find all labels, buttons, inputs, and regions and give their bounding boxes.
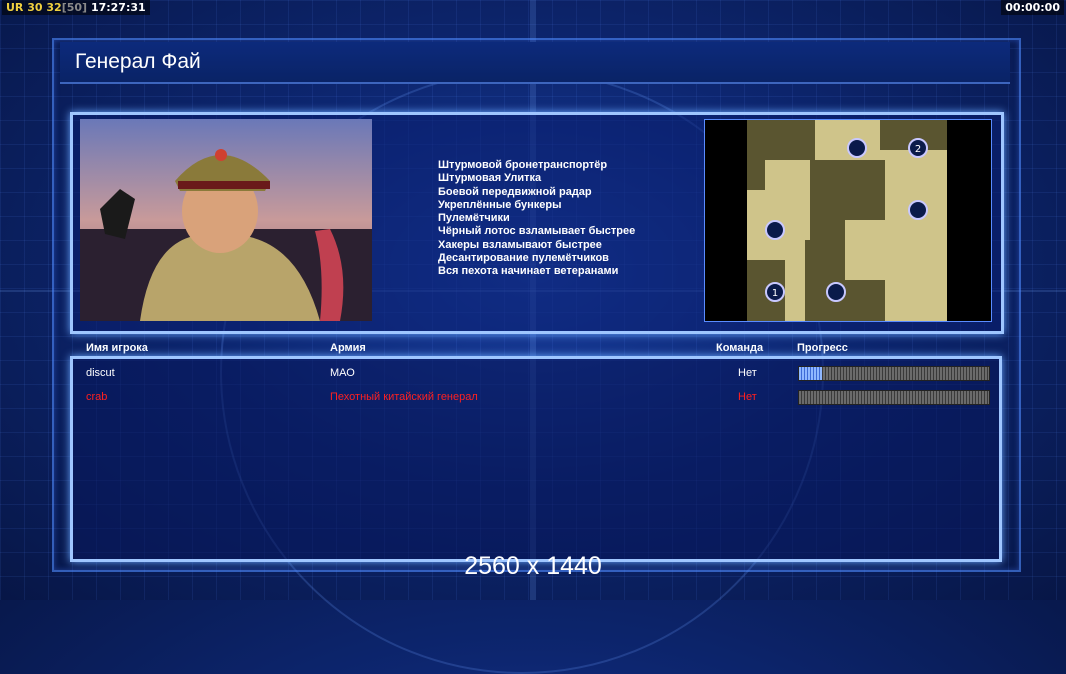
hud-value-b: 32 bbox=[46, 1, 62, 14]
header-army: Армия bbox=[330, 342, 366, 354]
map-preview: 2 1 bbox=[704, 119, 992, 322]
title-bar bbox=[60, 42, 1010, 84]
bonus-item: Укреплённые бункеры bbox=[438, 198, 562, 211]
player-name: crab bbox=[86, 391, 108, 403]
hud-stats: UR 30 32[50] 17:27:31 bbox=[2, 0, 150, 15]
bonus-item: Чёрный лотос взламывает быстрее bbox=[438, 225, 636, 238]
general-bonus-list: Штурмовой бронетранспортёр Штурмовая Ули… bbox=[438, 159, 635, 279]
players-table bbox=[70, 356, 1002, 562]
bonus-item: Штурмовая Улитка bbox=[438, 172, 542, 185]
bonus-item: Штурмовой бронетранспортёр bbox=[438, 159, 608, 171]
progress-bar bbox=[798, 390, 990, 405]
hud-prefix: UR bbox=[6, 1, 24, 14]
hud-value-a: 30 bbox=[27, 1, 43, 14]
player-name: discut bbox=[86, 367, 115, 379]
hud-timer: 00:00:00 bbox=[1001, 0, 1064, 15]
header-progress: Прогресс bbox=[797, 342, 848, 354]
hud-bracket: [50] bbox=[61, 1, 88, 14]
map-start-slot bbox=[765, 220, 785, 240]
progress-bar bbox=[798, 366, 990, 381]
bonus-item: Вся пехота начинает ветеранами bbox=[438, 265, 619, 278]
player-team: Нет bbox=[738, 391, 757, 403]
map-start-slot bbox=[847, 138, 867, 158]
map-start-slot bbox=[908, 200, 928, 220]
map-slot-label: 2 bbox=[915, 144, 921, 155]
hud-timer-value: 00:00:00 bbox=[1005, 1, 1060, 14]
bonus-item: Хакеры взламывают быстрее bbox=[438, 238, 602, 251]
progress-fill bbox=[799, 367, 822, 380]
map-start-slot bbox=[826, 282, 846, 302]
header-player: Имя игрока bbox=[86, 342, 148, 354]
map-slot-label: 1 bbox=[772, 288, 778, 299]
header-team: Команда bbox=[716, 342, 764, 354]
player-team: Нет bbox=[738, 367, 757, 379]
general-portrait bbox=[80, 119, 372, 321]
bonus-item: Десантирование пулемётчиков bbox=[438, 252, 609, 265]
general-title: Генерал Фай bbox=[75, 50, 201, 73]
bonus-item: Боевой передвижной радар bbox=[438, 185, 592, 198]
player-army: Пехотный китайский генерал bbox=[330, 391, 478, 403]
player-army: МАО bbox=[330, 367, 355, 379]
resolution-label: 2560 x 1440 bbox=[464, 552, 602, 580]
hud-clock: 17:27:31 bbox=[90, 1, 146, 14]
bonus-item: Пулемётчики bbox=[438, 212, 510, 225]
